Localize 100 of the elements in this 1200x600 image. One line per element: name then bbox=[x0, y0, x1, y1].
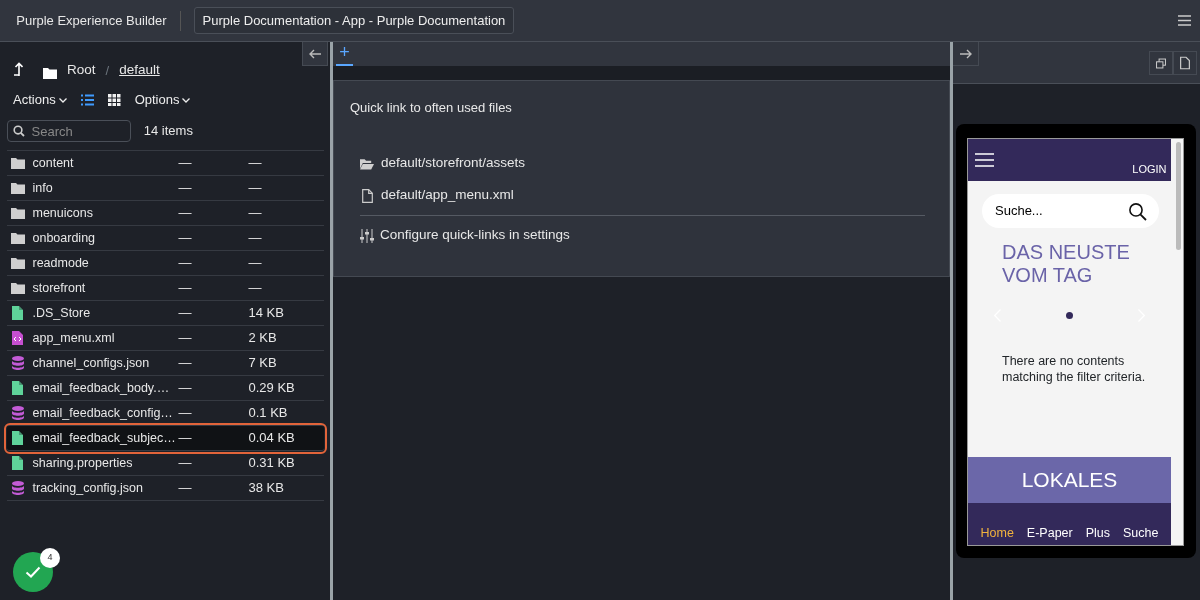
windows-button[interactable] bbox=[1148, 51, 1173, 75]
section-banner: LOKALES bbox=[968, 457, 1171, 503]
database-icon bbox=[11, 481, 24, 495]
file-row[interactable]: email_feedback_subjec… — 0.04 KB bbox=[6, 426, 324, 451]
options-menu[interactable]: Options bbox=[134, 90, 191, 110]
file-name: tracking_config.json bbox=[32, 479, 144, 497]
item-count: 14 items bbox=[143, 122, 193, 141]
file-name: app_menu.xml bbox=[32, 329, 116, 347]
file-row[interactable]: onboarding — — bbox=[6, 226, 324, 251]
search-icon bbox=[12, 125, 25, 137]
file-modified: — bbox=[178, 354, 193, 373]
page-button[interactable] bbox=[1172, 51, 1197, 75]
quick-link[interactable]: default/app_menu.xml bbox=[360, 179, 925, 212]
nav-item[interactable]: Suche bbox=[1123, 524, 1159, 543]
file-row[interactable]: tracking_config.json — 38 KB bbox=[6, 476, 324, 501]
file-name: menuicons bbox=[32, 204, 94, 222]
file-modified: — bbox=[178, 304, 193, 323]
actions-menu[interactable]: Actions bbox=[13, 90, 67, 110]
file-size: — bbox=[248, 279, 262, 298]
carousel-dot-icon[interactable] bbox=[1066, 311, 1073, 319]
file-modified: — bbox=[178, 379, 193, 398]
file-modified: — bbox=[178, 429, 193, 448]
file-size: 7 KB bbox=[248, 354, 277, 373]
folder-icon bbox=[10, 182, 25, 194]
file-modified: — bbox=[178, 279, 193, 298]
nav-item[interactable]: Plus bbox=[1085, 524, 1111, 543]
folder-icon bbox=[10, 257, 25, 269]
breadcrumb-link[interactable]: Root bbox=[67, 59, 96, 80]
file-size: — bbox=[248, 179, 262, 198]
file-size: 0.31 KB bbox=[248, 454, 295, 473]
file-row[interactable]: sharing.properties — 0.31 KB bbox=[6, 451, 324, 476]
file-row[interactable]: content — — bbox=[6, 151, 324, 176]
file-modified: — bbox=[178, 454, 193, 473]
view-mode-button[interactable] bbox=[107, 94, 121, 106]
file-row[interactable]: storefront — — bbox=[6, 276, 324, 301]
file-icon bbox=[12, 306, 23, 320]
folder-icon bbox=[360, 157, 374, 170]
file-row[interactable]: info — — bbox=[6, 176, 324, 201]
status-button[interactable] bbox=[13, 552, 53, 592]
grid-view-icon bbox=[107, 94, 121, 106]
file-name: channel_configs.json bbox=[32, 354, 151, 372]
file-modified: — bbox=[178, 479, 193, 498]
view-mode-button[interactable] bbox=[80, 94, 94, 106]
file-icon bbox=[361, 188, 373, 203]
up-arrow-icon[interactable] bbox=[13, 62, 23, 76]
file-row[interactable]: readmode — — bbox=[6, 251, 324, 276]
headline: DAS NEUSTE VOM TAG bbox=[1002, 241, 1131, 287]
file-size: 2 KB bbox=[248, 329, 277, 348]
expand-button[interactable] bbox=[953, 42, 979, 66]
file-row[interactable]: .DS_Store — 14 KB bbox=[6, 301, 324, 326]
file-name: email_feedback_body.… bbox=[32, 379, 171, 397]
folder-icon bbox=[10, 282, 25, 294]
file-name: content bbox=[32, 154, 75, 172]
file-modified: — bbox=[178, 204, 193, 223]
file-row[interactable]: email_feedback_body.… — 0.29 KB bbox=[6, 376, 324, 401]
code-file-icon bbox=[12, 331, 23, 345]
file-size: 14 KB bbox=[248, 304, 284, 323]
file-name: storefront bbox=[32, 279, 87, 297]
file-size: 0.1 KB bbox=[248, 404, 288, 423]
file-modified: — bbox=[178, 329, 193, 348]
file-name: readmode bbox=[32, 254, 90, 272]
quick-link[interactable]: default/storefront/assets bbox=[360, 147, 925, 180]
list-view-icon bbox=[80, 94, 94, 106]
caret-icon bbox=[58, 97, 67, 103]
settings-link[interactable]: Configure quick-links in settings bbox=[360, 219, 925, 252]
file-modified: — bbox=[178, 404, 193, 423]
notification-badge: 4 bbox=[40, 548, 60, 568]
folder-icon bbox=[43, 67, 57, 79]
menu-icon[interactable] bbox=[1178, 15, 1191, 26]
collapse-button[interactable] bbox=[302, 42, 328, 66]
file-size: 38 KB bbox=[248, 479, 284, 498]
breadcrumb-separator: / bbox=[105, 61, 110, 80]
nav-item[interactable]: E-Paper bbox=[1026, 524, 1073, 543]
app-title: Purple Experience Builder bbox=[16, 11, 167, 30]
search-field[interactable]: Search bbox=[6, 120, 131, 142]
quick-links-title: Quick link to often used files bbox=[350, 99, 513, 117]
file-row[interactable]: channel_configs.json — 7 KB bbox=[6, 351, 324, 376]
check-icon bbox=[25, 566, 41, 578]
file-name: sharing.properties bbox=[32, 454, 134, 472]
caret-icon bbox=[182, 97, 191, 103]
file-modified: — bbox=[178, 254, 193, 273]
login-link[interactable]: LOGIN bbox=[1132, 161, 1167, 178]
nav-item[interactable]: Home bbox=[980, 524, 1014, 543]
folder-icon bbox=[10, 157, 25, 169]
file-modified: — bbox=[178, 229, 193, 248]
file-modified: — bbox=[178, 154, 193, 173]
folder-icon bbox=[10, 207, 25, 219]
file-row[interactable]: menuicons — — bbox=[6, 201, 324, 226]
file-size: 0.29 KB bbox=[248, 379, 295, 398]
file-name: email_feedback_subjec… bbox=[32, 429, 177, 447]
project-title[interactable]: Purple Documentation - App - Purple Documentation bbox=[193, 6, 515, 35]
phone-search-field[interactable]: Suche... bbox=[982, 194, 1159, 228]
file-size: — bbox=[248, 204, 262, 223]
scrollbar-thumb[interactable] bbox=[1176, 142, 1181, 250]
file-icon bbox=[12, 431, 23, 445]
arrow-left-icon bbox=[309, 48, 321, 59]
file-row[interactable]: app_menu.xml — 2 KB bbox=[6, 326, 324, 351]
file-size: — bbox=[248, 154, 262, 173]
breadcrumb-link[interactable]: default bbox=[119, 59, 160, 80]
folder-icon bbox=[10, 232, 25, 244]
